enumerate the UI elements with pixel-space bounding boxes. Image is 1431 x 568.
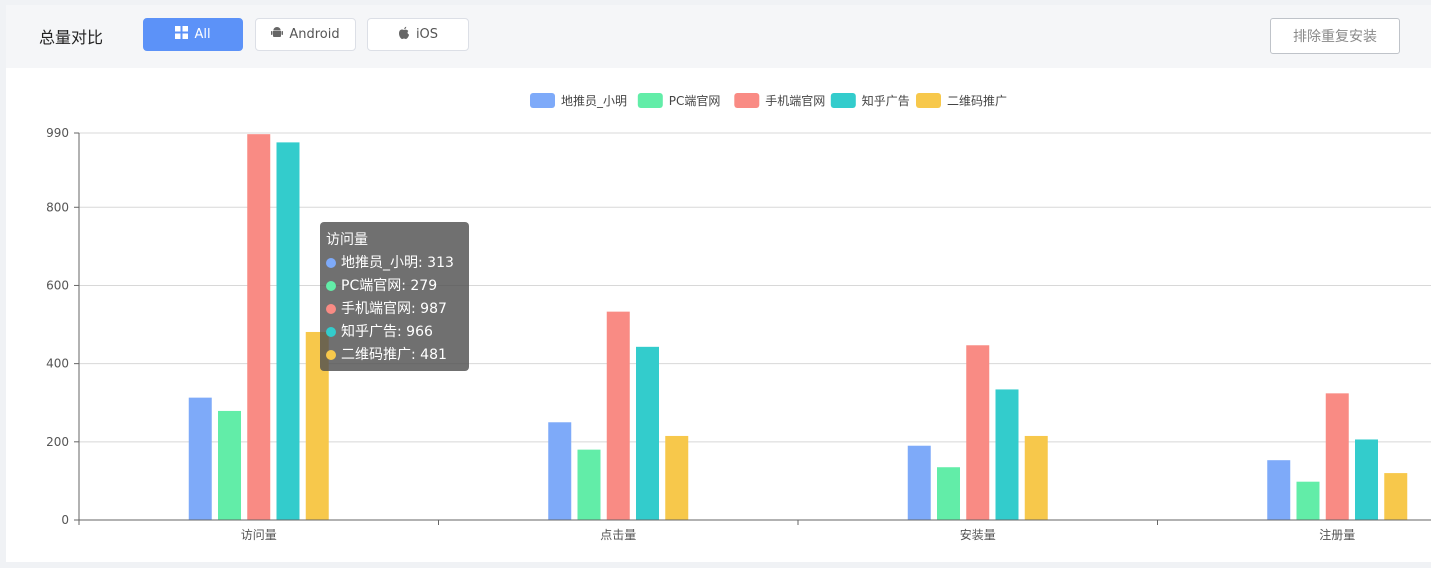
series-dot <box>326 257 336 268</box>
bar[interactable] <box>1325 393 1349 520</box>
bar[interactable] <box>606 311 630 520</box>
bar[interactable] <box>577 449 601 520</box>
legend-swatch[interactable] <box>830 93 856 108</box>
bar[interactable] <box>247 134 271 520</box>
series-dot <box>326 326 336 337</box>
bar[interactable] <box>218 410 241 520</box>
x-tick-label: 安装量 <box>960 527 996 542</box>
tooltip-title: 访问量 <box>326 232 368 248</box>
legend-label[interactable]: 二维码推广 <box>947 94 1007 108</box>
tooltip-row: 地推员_小明: 313 <box>326 251 463 274</box>
legend-swatch[interactable] <box>916 93 941 108</box>
bar[interactable] <box>1024 435 1048 520</box>
legend-swatch[interactable] <box>734 93 760 108</box>
y-tick-label: 600 <box>46 278 69 292</box>
bar[interactable] <box>937 467 960 520</box>
tooltip-row-text: 手机端官网: 987 <box>341 300 447 317</box>
app-frame: 总量对比 All Android iOS 排除重复安装 0 200 400 600 80… <box>0 0 1431 568</box>
legend-swatch[interactable] <box>637 93 663 108</box>
tooltip-row-text: PC端官网: 279 <box>341 277 438 294</box>
legend-label[interactable]: 地推员_小明 <box>561 94 627 108</box>
tooltip-row-text: 知乎广告: 966 <box>341 323 433 340</box>
bar[interactable] <box>276 142 300 520</box>
legend: 地推员_小明 PC端官网 手机端官网 知乎广告 二维码推广 <box>530 93 1007 108</box>
legend-label[interactable]: 知乎广告 <box>862 94 910 108</box>
x-tick-label: 注册量 <box>1319 527 1355 542</box>
series-dot <box>326 280 336 291</box>
bar[interactable] <box>548 422 572 520</box>
bar-chart: 0200400600800990 访问量 点击量 安装量 注册量 地推员_小明 PC端官… <box>46 93 1431 542</box>
series-dot <box>326 303 336 314</box>
chart-tooltip: 访问量 地推员_小明: 313 PC端官网: 279 手机端官网: 987 知乎… <box>320 222 469 371</box>
bar[interactable] <box>1355 439 1378 520</box>
bar[interactable] <box>907 445 931 520</box>
y-tick-label: 400 <box>46 357 69 371</box>
series-dot <box>326 349 336 360</box>
bar[interactable] <box>1296 481 1320 520</box>
bar[interactable] <box>1267 460 1291 520</box>
tooltip-row: 二维码推广: 481 <box>326 343 463 366</box>
bar[interactable] <box>665 435 689 520</box>
bar[interactable] <box>1384 473 1408 520</box>
y-axis-ticks: 0 200 400 600 800 990 <box>46 126 79 527</box>
legend-label[interactable]: PC端官网 <box>669 93 721 108</box>
legend-label[interactable]: 手机端官网 <box>765 93 825 108</box>
tooltip-row: PC端官网: 279 <box>326 274 463 297</box>
x-tick-label: 点击量 <box>600 528 636 542</box>
legend-swatch[interactable] <box>530 93 555 108</box>
tooltip-row-text: 地推员_小明: 313 <box>341 254 454 271</box>
bar[interactable] <box>188 397 212 520</box>
tooltip-row: 手机端官网: 987 <box>326 297 463 320</box>
bar[interactable] <box>995 389 1019 520</box>
y-tick-label: 0 <box>61 513 69 527</box>
x-tick-label: 访问量 <box>241 528 277 542</box>
tooltip-row: 知乎广告: 966 <box>326 320 463 343</box>
y-tick-label: 800 <box>46 200 69 214</box>
bar[interactable] <box>966 345 990 520</box>
y-tick-label: 200 <box>46 435 69 449</box>
bar[interactable] <box>636 346 659 520</box>
y-tick-label: 990 <box>46 126 69 140</box>
tooltip-row-text: 二维码推广: 481 <box>341 346 447 363</box>
